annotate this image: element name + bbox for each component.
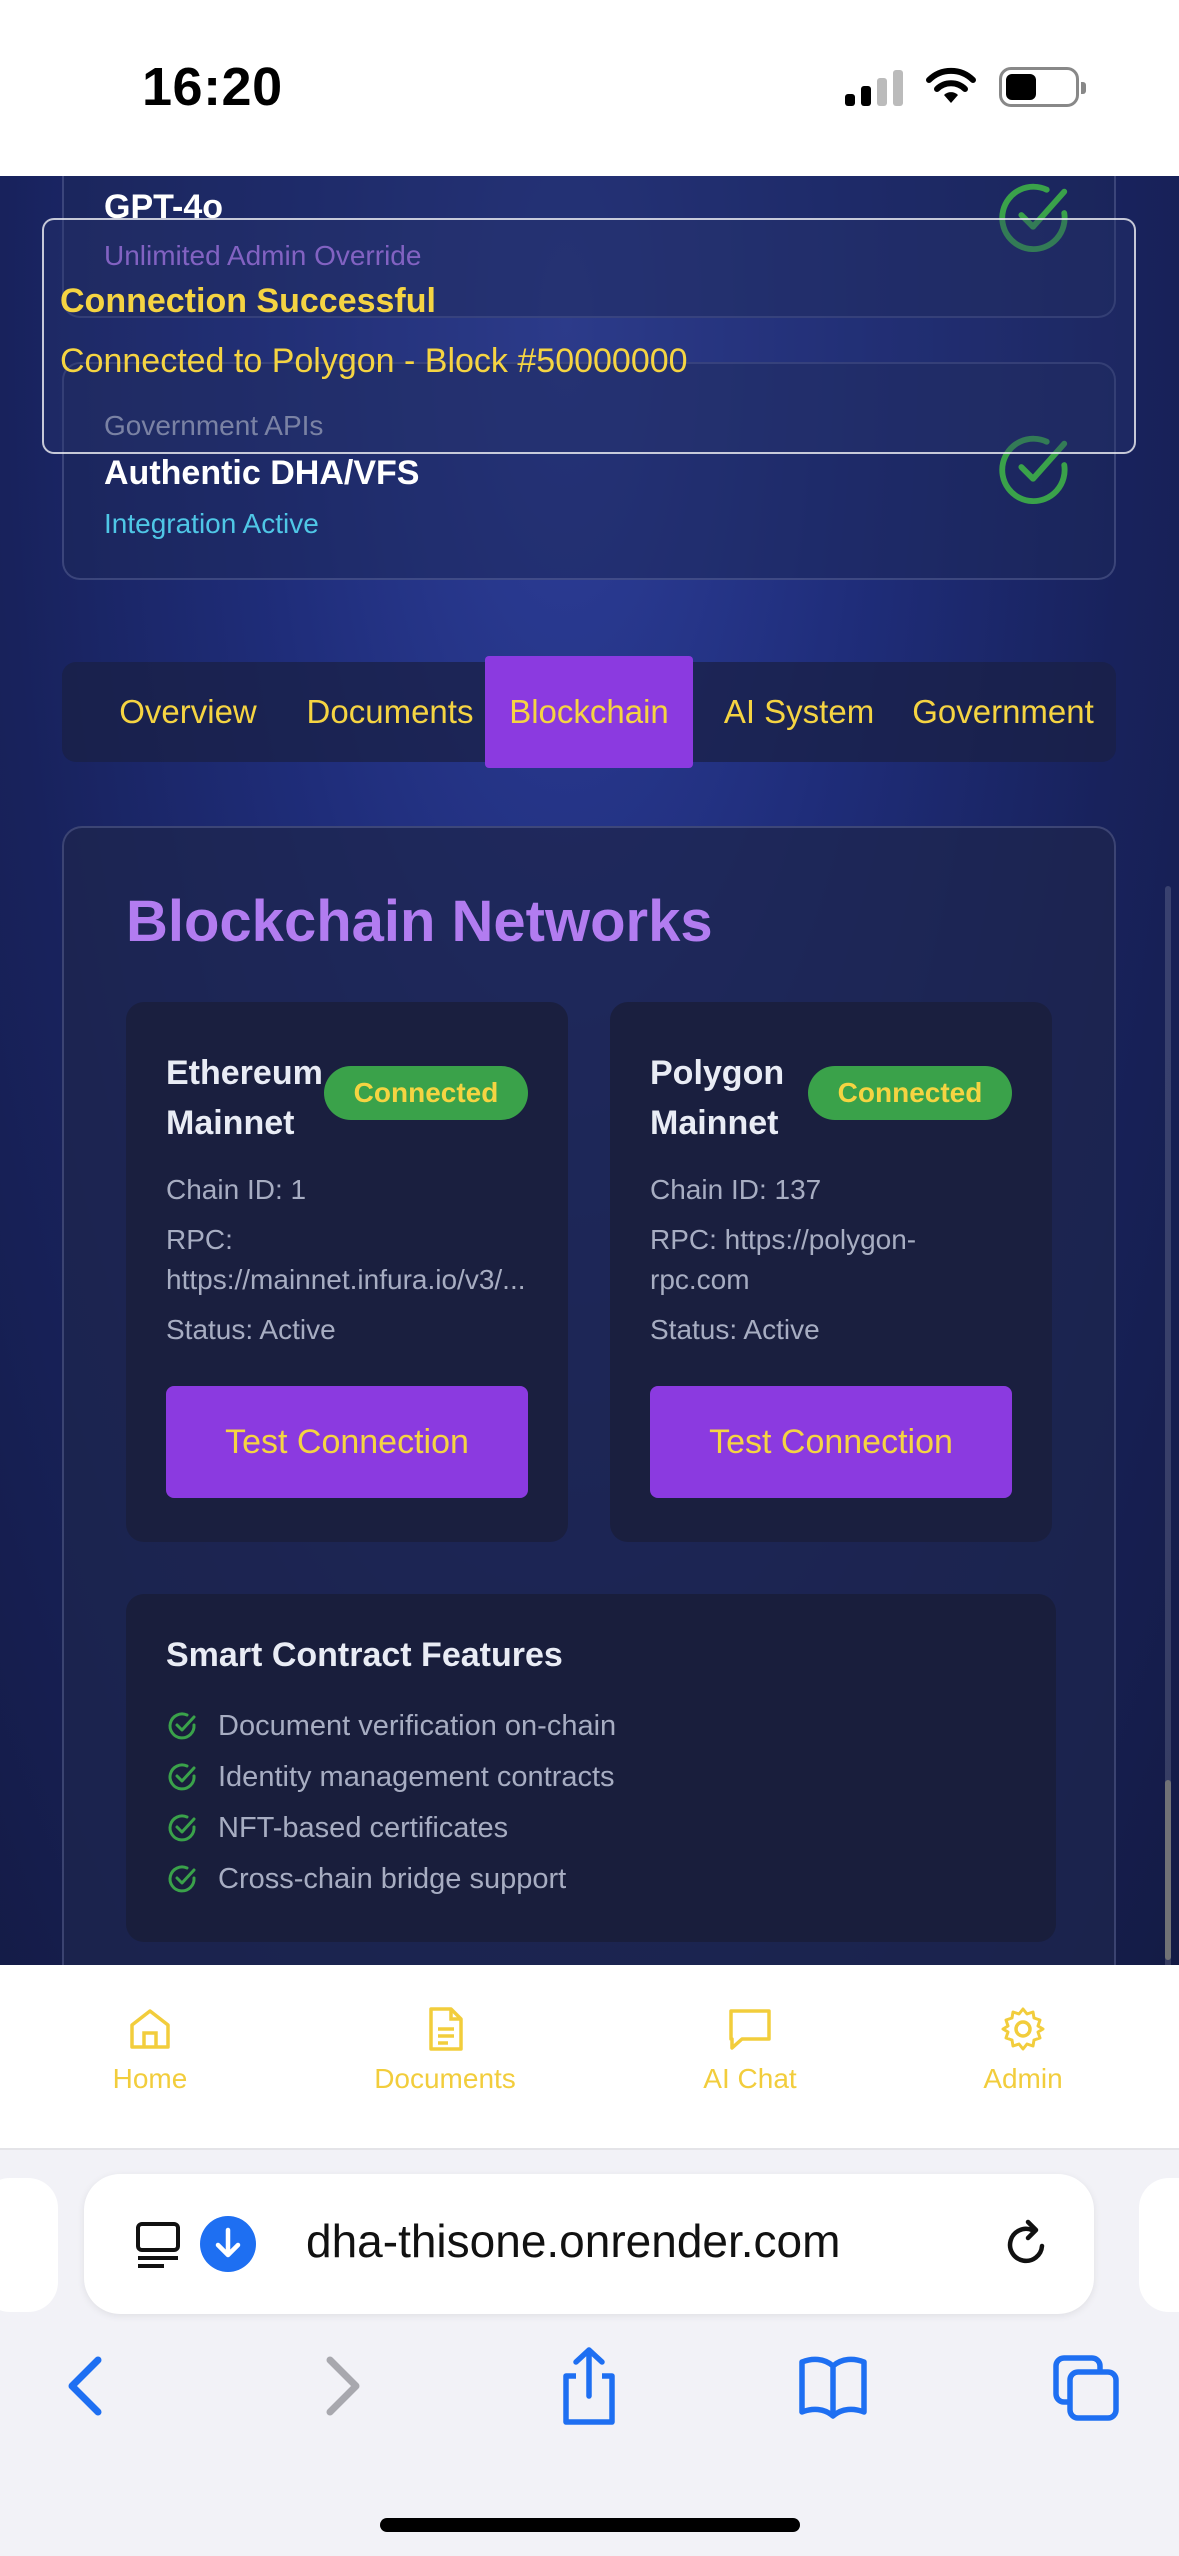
check-circle-icon bbox=[168, 1814, 196, 1842]
chain-id: Chain ID: 1 bbox=[166, 1174, 307, 1205]
bottom-navigation: Home Documents AI Chat Admin bbox=[0, 1965, 1179, 2150]
nav-documents[interactable]: Documents bbox=[345, 2005, 545, 2095]
feature-item: Cross-chain bridge support bbox=[166, 1859, 566, 1899]
nav-admin[interactable]: Admin bbox=[923, 2005, 1123, 2095]
browser-chrome: dha-thisone.onrender.com bbox=[0, 2150, 1179, 2556]
network-name: Ethereum Mainnet bbox=[166, 1054, 323, 1142]
address-bar[interactable]: dha-thisone.onrender.com bbox=[84, 2174, 1094, 2314]
test-connection-button[interactable]: Test Connection bbox=[166, 1386, 528, 1498]
features-title: Smart Contract Features bbox=[166, 1636, 563, 1674]
nav-admin-label: Admin bbox=[983, 2063, 1063, 2094]
gov-card-title: Authentic DHA/VFS bbox=[104, 454, 420, 492]
battery-icon bbox=[999, 67, 1086, 107]
chain-id: Chain ID: 137 bbox=[650, 1174, 822, 1205]
nav-ai-chat-label: AI Chat bbox=[703, 2063, 797, 2094]
check-circle-icon bbox=[168, 1763, 196, 1791]
toast-title: Connection Successful bbox=[60, 282, 436, 320]
rpc-label: RPC: bbox=[166, 1224, 233, 1255]
back-icon[interactable] bbox=[52, 2346, 122, 2426]
tab-ai-system[interactable]: AI System bbox=[710, 662, 888, 762]
home-icon bbox=[130, 2009, 170, 2049]
page-menu-icon[interactable] bbox=[134, 2218, 186, 2270]
status-icons bbox=[845, 62, 1086, 112]
gear-icon bbox=[1001, 2007, 1045, 2051]
section-tabs: Overview Documents Blockchain AI System … bbox=[62, 656, 1116, 768]
feature-item: Document verification on-chain bbox=[166, 1706, 616, 1746]
gov-card-subtitle: Integration Active bbox=[104, 508, 319, 539]
feature-label: Document verification on-chain bbox=[218, 1709, 617, 1742]
tab-blockchain[interactable]: Blockchain bbox=[485, 656, 693, 768]
wifi-icon bbox=[926, 67, 976, 103]
reload-icon[interactable] bbox=[998, 2216, 1054, 2272]
nav-ai-chat[interactable]: AI Chat bbox=[650, 2005, 850, 2095]
network-status: Status: Active bbox=[650, 1314, 820, 1345]
rpc-url: rpc.com bbox=[650, 1264, 750, 1295]
check-circle-icon bbox=[168, 1865, 196, 1893]
bookmarks-icon[interactable] bbox=[798, 2346, 868, 2426]
tab-overview[interactable]: Overview bbox=[98, 662, 278, 762]
forward-icon[interactable] bbox=[306, 2346, 376, 2426]
next-tab-preview[interactable] bbox=[1139, 2178, 1179, 2312]
scrollbar-thumb[interactable] bbox=[1165, 1780, 1171, 1960]
panel-title: Blockchain Networks bbox=[126, 889, 713, 954]
rpc-label: RPC: https://polygon- bbox=[650, 1224, 917, 1255]
feature-item: Identity management contracts bbox=[166, 1757, 615, 1797]
nav-documents-label: Documents bbox=[374, 2063, 516, 2094]
nav-home-label: Home bbox=[112, 2063, 188, 2094]
previous-tab-preview[interactable] bbox=[0, 2178, 58, 2312]
status-badge: Connected bbox=[808, 1066, 1012, 1120]
app-content: GPT-4o Unlimited Admin Override Governme… bbox=[0, 176, 1179, 1965]
network-card-polygon: Polygon Mainnet Connected Chain ID: 137 … bbox=[610, 1002, 1052, 1542]
feature-label: Identity management contracts bbox=[218, 1760, 615, 1793]
network-name: Polygon Mainnet bbox=[650, 1054, 785, 1142]
document-icon bbox=[429, 2007, 463, 2051]
status-badge: Connected bbox=[324, 1066, 528, 1120]
home-indicator[interactable] bbox=[380, 2518, 800, 2532]
feature-label: NFT-based certificates bbox=[218, 1811, 509, 1844]
download-icon[interactable] bbox=[200, 2216, 256, 2272]
feature-label: Cross-chain bridge support bbox=[218, 1862, 567, 1895]
url-text[interactable]: dha-thisone.onrender.com bbox=[306, 2214, 840, 2268]
status-time: 16:20 bbox=[142, 57, 283, 117]
network-card-ethereum: Ethereum Mainnet Connected Chain ID: 1 R… bbox=[126, 1002, 568, 1542]
test-connection-button[interactable]: Test Connection bbox=[650, 1386, 1012, 1498]
chat-icon bbox=[729, 2009, 771, 2050]
tab-documents[interactable]: Documents bbox=[290, 662, 490, 762]
rpc-url: https://mainnet.infura.io/v3/... bbox=[166, 1264, 526, 1295]
nav-home[interactable]: Home bbox=[50, 2005, 250, 2095]
check-circle-icon bbox=[168, 1712, 196, 1740]
status-bar: 16:20 bbox=[0, 0, 1179, 176]
cellular-signal-icon bbox=[845, 68, 903, 106]
blockchain-panel: Blockchain Networks Ethereum Mainnet Con… bbox=[62, 826, 1116, 1965]
share-icon[interactable] bbox=[554, 2346, 624, 2426]
connection-toast[interactable] bbox=[42, 218, 1136, 454]
smart-contract-features: Smart Contract Features Document verific… bbox=[126, 1594, 1056, 1942]
toast-description: Connected to Polygon - Block #50000000 bbox=[60, 342, 688, 380]
tabs-icon[interactable] bbox=[1052, 2346, 1122, 2426]
network-status: Status: Active bbox=[166, 1314, 336, 1345]
tab-government[interactable]: Government bbox=[900, 662, 1106, 762]
feature-item: NFT-based certificates bbox=[166, 1808, 508, 1848]
